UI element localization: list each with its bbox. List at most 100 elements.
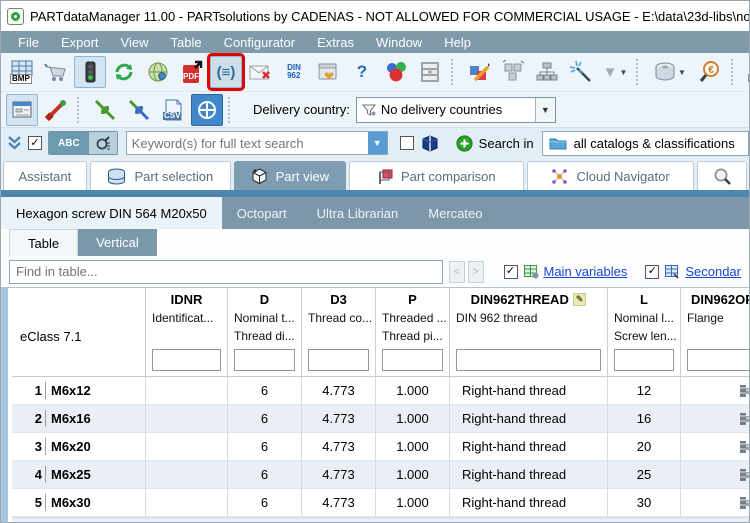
fastener-button[interactable]	[40, 94, 72, 126]
secondary-variables-link[interactable]: Secondar	[685, 264, 741, 279]
tab-cloud-navigator[interactable]: Cloud Navigator	[526, 161, 695, 190]
part-table: eClass 7.1 IDNR Identificat... D Nominal…	[12, 288, 749, 522]
view-tab-table[interactable]: Table	[9, 229, 79, 256]
tab-search[interactable]	[697, 161, 748, 190]
search-mode-group: ABC	[48, 131, 118, 155]
keyword-history-dropdown-button[interactable]: ▼	[367, 132, 387, 154]
book-icon[interactable]	[420, 134, 440, 152]
abc-search-button[interactable]: ABC	[49, 132, 89, 154]
export-csv-button[interactable]: CSV	[157, 94, 189, 126]
shelf-icon	[421, 62, 439, 82]
header-din962thread[interactable]: DIN962THREAD ✎ DIN 962 thread	[450, 288, 608, 345]
menu-configurator[interactable]: Configurator	[213, 31, 307, 53]
filter-input-din962thread[interactable]	[456, 349, 601, 371]
filter-input-din962opt1[interactable]	[687, 349, 749, 371]
form-view-button[interactable]	[6, 93, 38, 126]
formula-view-button[interactable]: (≡)	[207, 53, 245, 91]
export-exchange-button[interactable]	[89, 94, 121, 126]
find-in-table-input[interactable]	[9, 259, 443, 284]
delivery-country-dropdown-button[interactable]: ▼	[534, 97, 555, 122]
pdf-label: PDF	[183, 72, 199, 81]
assembly-button[interactable]	[497, 56, 529, 88]
favorites-button[interactable]	[312, 56, 344, 88]
views-dropdown-button[interactable]: ▼ ▼	[599, 56, 631, 88]
header-d[interactable]: D Nominal t... Thread di...	[228, 288, 302, 345]
screw-arrow-icon	[748, 74, 749, 82]
left-splitter[interactable]	[1, 288, 8, 522]
traffic-light-button[interactable]	[74, 56, 106, 88]
menu-extras[interactable]: Extras	[306, 31, 365, 53]
cube-icon	[252, 167, 267, 184]
view-tab-bar: Table Vertical	[1, 229, 749, 256]
din962-icon-line2: 962	[287, 71, 301, 80]
export-bmp-button[interactable]: BMP	[6, 56, 38, 88]
table-row[interactable]: 3 M6x20 6 4.773 1.000 Right-hand thread 2…	[12, 433, 749, 461]
part-dropdown-button[interactable]: ▼	[648, 56, 692, 88]
din962-button[interactable]: DIN 962	[278, 56, 310, 88]
tab-part-view[interactable]: Part view	[234, 161, 346, 190]
import-exchange-button[interactable]	[123, 94, 155, 126]
menu-help[interactable]: Help	[433, 31, 482, 53]
tab-part-comparison[interactable]: Part comparison	[348, 161, 524, 190]
structure-button[interactable]	[531, 56, 563, 88]
view-tab-vertical[interactable]: Vertical	[78, 229, 157, 256]
keyword-search-input[interactable]	[126, 132, 368, 154]
menu-window[interactable]: Window	[365, 31, 433, 53]
filter-input-l[interactable]	[614, 349, 674, 371]
header-d3[interactable]: D3 Thread co...	[302, 288, 376, 345]
send-mail-button[interactable]	[244, 56, 276, 88]
find-next-button[interactable]: >	[467, 260, 484, 283]
next-part-button[interactable]	[743, 56, 749, 88]
menu-file[interactable]: File	[7, 31, 50, 53]
secondary-checkbox[interactable]: ✓	[645, 264, 660, 279]
fulltext-checkbox[interactable]: ✓	[28, 136, 42, 150]
main-variables-checkbox[interactable]: ✓	[503, 264, 518, 279]
add-search-icon[interactable]	[456, 134, 473, 152]
doc-tab-octopart[interactable]: Octopart	[222, 197, 302, 229]
header-idnr[interactable]: IDNR Identificat...	[146, 288, 228, 345]
cart-icon	[44, 63, 66, 81]
table-row[interactable]: 4 M6x25 6 4.773 1.000 Right-hand thread 2…	[12, 461, 749, 489]
filter-input-d3[interactable]	[308, 349, 369, 371]
tab-assistant[interactable]: Assistant	[3, 161, 87, 190]
filter-input-p[interactable]	[382, 349, 443, 371]
header-p[interactable]: P Threaded ... Thread pi...	[376, 288, 450, 345]
menu-export[interactable]: Export	[50, 31, 110, 53]
help-button[interactable]: ?	[346, 56, 378, 88]
wizard-button[interactable]	[565, 56, 597, 88]
nut-icon	[655, 62, 675, 81]
tab-part-selection[interactable]: Part selection	[89, 161, 232, 190]
doc-tab-ultra-librarian[interactable]: Ultra Librarian	[302, 197, 414, 229]
eclass-label: eClass 7.1	[20, 328, 82, 344]
search-settings-button[interactable]	[88, 132, 117, 154]
main-variables-link[interactable]: Main variables	[544, 264, 628, 279]
shelf-button[interactable]	[414, 56, 446, 88]
export-pdf-button[interactable]: PDF	[176, 56, 208, 88]
traffic-light-icon	[85, 61, 96, 83]
edit-pencil-icon[interactable]: ✎	[572, 293, 587, 306]
doc-tab-hexagon-screw[interactable]: Hexagon screw DIN 564 M20x50	[1, 197, 222, 229]
catalog-search-checkbox[interactable]	[399, 136, 414, 150]
delivery-country-combo[interactable]: No delivery countries ▼	[355, 96, 556, 123]
search-in-box[interactable]: all catalogs & classifications	[541, 130, 749, 156]
table-row[interactable]: 5 M6x30 6 4.773 1.000 Right-hand thread 3…	[12, 489, 749, 517]
table-row[interactable]: 2 M6x16 6 4.773 1.000 Right-hand thread 1…	[12, 405, 749, 433]
header-l[interactable]: L Nominal l... Screw len...	[608, 288, 681, 345]
filter-input-idnr[interactable]	[152, 349, 221, 371]
edit-configuration-button[interactable]	[463, 56, 495, 88]
table-row[interactable]: 1 M6x12 6 4.773 1.000 Right-hand thread 1…	[12, 377, 749, 405]
filter-input-d[interactable]	[234, 349, 295, 371]
refresh-button[interactable]	[108, 56, 140, 88]
menu-table[interactable]: Table	[159, 31, 212, 53]
world-view-button[interactable]	[191, 93, 223, 126]
header-din962opt1[interactable]: DIN962OPT1✎ Flange	[681, 288, 749, 345]
delivery-country-value: No delivery countries	[380, 102, 503, 117]
find-previous-button[interactable]: <	[449, 260, 465, 283]
shopping-cart-button[interactable]	[40, 56, 72, 88]
collapse-chevrons-icon[interactable]	[7, 135, 22, 151]
publish-web-button[interactable]	[142, 56, 174, 88]
price-search-button[interactable]: €	[694, 56, 726, 88]
menu-view[interactable]: View	[110, 31, 160, 53]
doc-tab-mercateo[interactable]: Mercateo	[413, 197, 497, 229]
classification-button[interactable]	[380, 56, 412, 88]
